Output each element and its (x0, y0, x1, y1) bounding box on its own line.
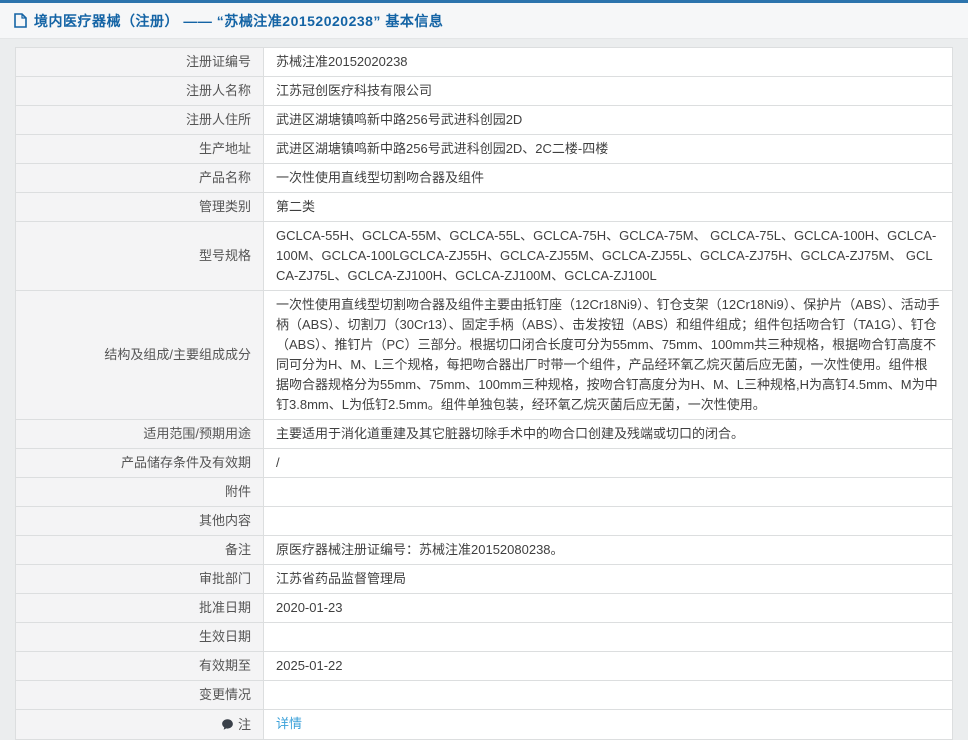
table-row: 型号规格 GCLCA-55H、GCLCA-55M、GCLCA-55L、GCLCA… (16, 222, 953, 291)
row-label: 批准日期 (16, 594, 264, 623)
row-value: 第二类 (264, 193, 953, 222)
row-value: 2020-01-23 (264, 594, 953, 623)
table-row: 附件 (16, 478, 953, 507)
row-value (264, 623, 953, 652)
table-row: 审批部门 江苏省药品监督管理局 (16, 565, 953, 594)
row-label: 生产地址 (16, 135, 264, 164)
row-value: 2025-01-22 (264, 652, 953, 681)
row-label: 有效期至 (16, 652, 264, 681)
row-label: 产品名称 (16, 164, 264, 193)
row-label: 审批部门 (16, 565, 264, 594)
row-label: 其他内容 (16, 507, 264, 536)
row-value: / (264, 449, 953, 478)
row-label: 变更情况 (16, 681, 264, 710)
document-icon (14, 13, 27, 28)
row-value: 江苏省药品监督管理局 (264, 565, 953, 594)
row-label: 注册人住所 (16, 106, 264, 135)
row-value: 武进区湖塘镇鸣新中路256号武进科创园2D、2C二楼-四楼 (264, 135, 953, 164)
comment-icon (221, 718, 234, 731)
table-row: 产品储存条件及有效期 / (16, 449, 953, 478)
table-row: 备注 原医疗器械注册证编号：苏械注准20152080238。 (16, 536, 953, 565)
table-row: 适用范围/预期用途 主要适用于消化道重建及其它脏器切除手术中的吻合口创建及残端或… (16, 420, 953, 449)
row-label: 附件 (16, 478, 264, 507)
row-value: 主要适用于消化道重建及其它脏器切除手术中的吻合口创建及残端或切口的闭合。 (264, 420, 953, 449)
row-label: 适用范围/预期用途 (16, 420, 264, 449)
row-label: 注册证编号 (16, 48, 264, 77)
row-value: 一次性使用直线型切割吻合器及组件 (264, 164, 953, 193)
row-label: 备注 (16, 536, 264, 565)
info-table-container: 注册证编号 苏械注准20152020238 注册人名称 江苏冠创医疗科技有限公司… (0, 39, 968, 740)
row-value (264, 507, 953, 536)
table-row: 注册人住所 武进区湖塘镇鸣新中路256号武进科创园2D (16, 106, 953, 135)
row-label: 型号规格 (16, 222, 264, 291)
row-value: 苏械注准20152020238 (264, 48, 953, 77)
row-value: GCLCA-55H、GCLCA-55M、GCLCA-55L、GCLCA-75H、… (264, 222, 953, 291)
table-row: 产品名称 一次性使用直线型切割吻合器及组件 (16, 164, 953, 193)
row-value: 武进区湖塘镇鸣新中路256号武进科创园2D (264, 106, 953, 135)
row-label: 产品储存条件及有效期 (16, 449, 264, 478)
row-label: 管理类别 (16, 193, 264, 222)
row-value (264, 478, 953, 507)
table-row: 生效日期 (16, 623, 953, 652)
table-row: 管理类别 第二类 (16, 193, 953, 222)
row-label: 注册人名称 (16, 77, 264, 106)
row-value: 一次性使用直线型切割吻合器及组件主要由抵钉座（12Cr18Ni9）、钉仓支架（1… (264, 291, 953, 420)
detail-link[interactable]: 详情 (276, 716, 302, 731)
table-row: 生产地址 武进区湖塘镇鸣新中路256号武进科创园2D、2C二楼-四楼 (16, 135, 953, 164)
note-label-text: 注 (238, 715, 251, 735)
table-row: 注册人名称 江苏冠创医疗科技有限公司 (16, 77, 953, 106)
table-row: 变更情况 (16, 681, 953, 710)
table-row: 有效期至 2025-01-22 (16, 652, 953, 681)
row-value-note: 详情 (264, 710, 953, 740)
row-value: 江苏冠创医疗科技有限公司 (264, 77, 953, 106)
page-header: 境内医疗器械（注册） —— “苏械注准20152020238” 基本信息 (0, 0, 968, 39)
table-row: 注册证编号 苏械注准20152020238 (16, 48, 953, 77)
row-label: 生效日期 (16, 623, 264, 652)
row-label: 结构及组成/主要组成成分 (16, 291, 264, 420)
table-row: 结构及组成/主要组成成分 一次性使用直线型切割吻合器及组件主要由抵钉座（12Cr… (16, 291, 953, 420)
page-title: 境内医疗器械（注册） —— “苏械注准20152020238” 基本信息 (34, 11, 443, 31)
row-value: 原医疗器械注册证编号：苏械注准20152080238。 (264, 536, 953, 565)
info-table: 注册证编号 苏械注准20152020238 注册人名称 江苏冠创医疗科技有限公司… (15, 47, 953, 740)
table-row: 批准日期 2020-01-23 (16, 594, 953, 623)
table-row-note: 注 详情 (16, 710, 953, 740)
row-value (264, 681, 953, 710)
row-label-note: 注 (16, 710, 264, 740)
table-row: 其他内容 (16, 507, 953, 536)
